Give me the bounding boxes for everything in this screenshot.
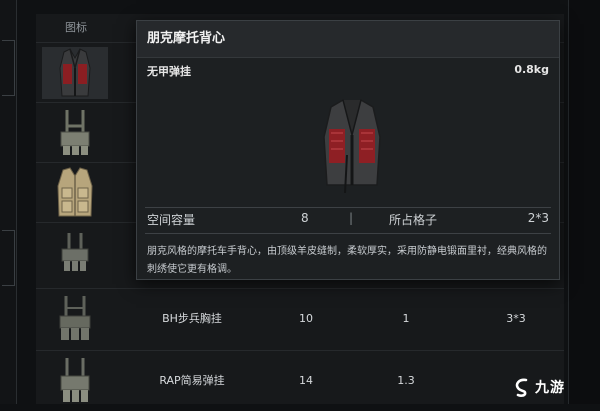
item-grid: 3*3	[506, 312, 526, 325]
item-slots: 1	[402, 312, 410, 325]
item-capacity: 10	[299, 312, 313, 325]
grid-cells-label: 所占格子	[389, 213, 438, 227]
item-name: BH步兵胸挂	[162, 312, 222, 325]
icon-column-header: 图标	[65, 21, 87, 34]
tan-tactical-vest-icon	[42, 167, 108, 219]
tooltip-weight: 0.8kg	[514, 63, 549, 76]
left-frame	[0, 0, 17, 404]
grid-cells-value: 2*3	[527, 211, 549, 225]
watermark: 九游	[512, 376, 565, 398]
right-frame	[568, 0, 600, 404]
tooltip-divider-top	[145, 207, 551, 208]
watermark-text: 九游	[535, 380, 565, 396]
tooltip-subtitle: 无甲弹挂	[147, 65, 191, 78]
item-slots: 1.3	[397, 374, 415, 387]
tooltip-description: 朋克风格的摩托车手背心，由顶级羊皮缝制，柔软厚实，采用防静电锻面里衬，经典风格的…	[147, 246, 547, 275]
space-capacity-label: 空间容量	[147, 213, 196, 227]
small-chest-rig-icon	[42, 227, 108, 279]
space-capacity-value: 8	[301, 211, 309, 225]
punk-moto-vest-image	[317, 95, 387, 195]
item-capacity: 14	[299, 374, 313, 387]
chest-rig-harness-icon	[42, 107, 108, 159]
left-frame-notch	[2, 40, 15, 96]
item-tooltip: 朋克摩托背心 无甲弹挂 0.8kg 空间容量 8 | 所占格子 2*3 朋克风格…	[136, 20, 560, 280]
tooltip-divider-bottom	[145, 233, 551, 234]
item-name: RAP简易弹挂	[159, 374, 225, 387]
punk-moto-vest-icon	[42, 47, 108, 99]
bh-infantry-chest-rig-icon	[42, 293, 108, 345]
rap-simple-rig-icon	[42, 355, 108, 407]
tooltip-title: 朋克摩托背心	[147, 31, 226, 46]
tooltip-title-bar: 朋克摩托背心	[137, 21, 559, 58]
stat-separator: |	[349, 211, 354, 225]
left-frame-notch	[2, 230, 15, 286]
table-row[interactable]: RAP简易弹挂 14 1.3	[36, 350, 564, 411]
jiuyou-logo-icon	[515, 378, 528, 397]
table-row[interactable]: BH步兵胸挂 10 1 3*3	[36, 288, 564, 349]
